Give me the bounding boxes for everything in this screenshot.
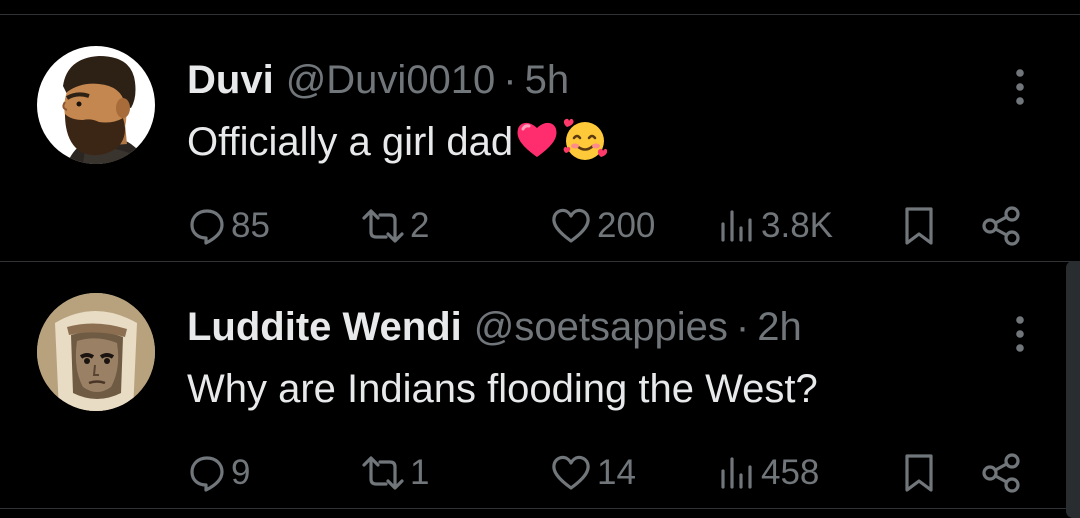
like-button[interactable]: 200: [549, 201, 655, 251]
reply-icon: [190, 456, 224, 492]
like-count: 200: [597, 206, 656, 245]
repost-button[interactable]: 2: [360, 201, 429, 251]
views-button[interactable]: 3.8K: [717, 201, 833, 251]
views-icon: [721, 210, 752, 242]
bookmark-button[interactable]: [899, 448, 939, 498]
like-button[interactable]: 14: [549, 448, 636, 498]
more-icon: [1016, 316, 1024, 352]
like-icon: [552, 208, 590, 243]
reply-count: 9: [231, 453, 251, 492]
bookmark-icon: [905, 454, 933, 492]
view-count: 3.8K: [761, 206, 833, 245]
more-options-button[interactable]: [1000, 65, 1040, 109]
repost-button[interactable]: 1: [360, 448, 429, 498]
tweet-text-block: Why are Indians flooding the West?: [187, 363, 818, 415]
share-button[interactable]: [979, 448, 1023, 498]
avatar[interactable]: [37, 293, 155, 411]
share-icon: [982, 206, 1020, 246]
repost-icon: [362, 456, 404, 490]
repost-count: 2: [410, 206, 430, 245]
display-name[interactable]: Duvi: [187, 58, 274, 102]
tweet-header: Duvi @Duvi0010 · 5h: [187, 55, 569, 105]
user-handle[interactable]: @Duvi0010: [286, 58, 496, 102]
tweet-text-block: Officially a girl dad: [187, 116, 608, 168]
display-name[interactable]: Luddite Wendi: [187, 305, 462, 349]
bookmark-button[interactable]: [899, 201, 939, 251]
user-handle[interactable]: @soetsappies: [474, 305, 728, 349]
scrollbar[interactable]: [1066, 261, 1080, 518]
share-button[interactable]: [979, 201, 1023, 251]
action-bar: 9 1 14 458: [187, 448, 1047, 498]
timestamp[interactable]: 2h: [757, 305, 802, 349]
reply-button[interactable]: 9: [187, 448, 250, 498]
tweet-text: Why are Indians flooding the West?: [187, 367, 818, 411]
reply-icon: [190, 209, 224, 245]
tweet[interactable]: Luddite Wendi @soetsappies · 2h Why are Ind…: [0, 262, 1080, 508]
separator-dot: ·: [735, 305, 750, 349]
repost-count: 1: [410, 453, 430, 492]
more-icon: [1016, 69, 1024, 105]
like-count: 14: [597, 453, 636, 492]
view-count: 458: [761, 453, 820, 492]
repost-icon: [362, 209, 404, 243]
reply-button[interactable]: 85: [187, 201, 270, 251]
red-heart-icon: [514, 117, 560, 163]
bookmark-icon: [905, 207, 933, 245]
like-icon: [552, 455, 590, 490]
action-bar: 85 2 200 3.8K: [187, 201, 1047, 251]
share-icon: [982, 453, 1020, 493]
reply-count: 85: [231, 206, 270, 245]
views-icon: [721, 457, 752, 489]
smiling-face-with-hearts-icon: [561, 117, 608, 163]
tweet[interactable]: Duvi @Duvi0010 · 5h Officially a girl dad 8…: [0, 15, 1080, 261]
avatar[interactable]: [37, 46, 155, 164]
timestamp[interactable]: 5h: [525, 58, 570, 102]
tweet-text: Officially a girl dad: [187, 120, 514, 164]
tweet-header: Luddite Wendi @soetsappies · 2h: [187, 302, 802, 352]
more-options-button[interactable]: [1000, 312, 1040, 356]
separator-dot: ·: [503, 58, 517, 102]
tweet-divider: [0, 508, 1080, 509]
views-button[interactable]: 458: [717, 448, 819, 498]
